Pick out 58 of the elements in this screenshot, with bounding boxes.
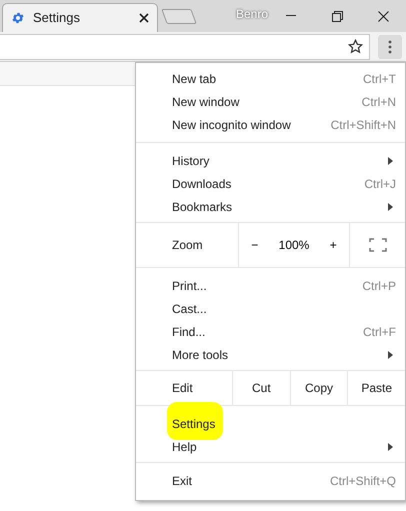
- menu-item[interactable]: Print... Ctrl+P: [136, 274, 405, 297]
- minimize-icon: [286, 15, 296, 17]
- menu-item-label: New incognito window: [172, 116, 292, 134]
- menu-item-label: New window: [172, 94, 240, 110]
- menu-item-label: Print...: [172, 278, 208, 294]
- shortcut-label: Ctrl+Shift+Q: [330, 472, 396, 490]
- menu-item[interactable]: Settings: [136, 412, 405, 435]
- menu-item[interactable]: New window Ctrl+N: [136, 90, 405, 113]
- fullscreen-icon: [368, 238, 386, 252]
- submenu-arrow-icon: [388, 350, 393, 358]
- edit-action-button[interactable]: Copy: [290, 371, 348, 405]
- menu-item[interactable]: Bookmarks: [136, 195, 405, 218]
- menu-item-label: Settings: [172, 416, 216, 432]
- submenu-arrow-icon: [388, 202, 393, 210]
- menu-item-label: Help: [172, 438, 198, 456]
- menu-item-label: Cast...: [172, 300, 208, 318]
- menu-item[interactable]: New tab Ctrl+T: [136, 67, 405, 90]
- tab-title: Settings: [33, 9, 81, 28]
- menu-item[interactable]: More tools: [136, 343, 405, 366]
- shortcut-label: Ctrl+T: [363, 70, 396, 88]
- shortcut-label: Ctrl+N: [362, 94, 396, 110]
- menu-item[interactable]: Exit Ctrl+Shift+Q: [136, 469, 405, 492]
- menu-button[interactable]: [378, 34, 402, 58]
- menu-item-label: New tab: [172, 70, 218, 88]
- restore-icon: [332, 10, 342, 22]
- menu-item[interactable]: Cast...: [136, 297, 405, 320]
- menu-item-label: More tools: [172, 346, 230, 364]
- close-icon[interactable]: [138, 13, 149, 23]
- edit-action-button[interactable]: Cut: [232, 371, 290, 405]
- dots-icon: [388, 40, 392, 54]
- menu-item[interactable]: Help: [136, 435, 405, 458]
- menu-item-label: Bookmarks: [172, 198, 234, 216]
- browser-tab[interactable]: Settings: [2, 3, 158, 32]
- shortcut-label: Ctrl+F: [363, 324, 396, 340]
- zoom-level: 100%: [278, 237, 310, 254]
- menu-item-label: Exit: [172, 472, 194, 490]
- new-tab-button[interactable]: [161, 9, 197, 24]
- star-icon[interactable]: [348, 39, 363, 54]
- submenu-arrow-icon: [388, 156, 393, 164]
- profile-name: Benro: [236, 6, 268, 23]
- edit-action-button[interactable]: Paste: [347, 371, 406, 405]
- submenu-arrow-icon: [388, 442, 393, 450]
- menu-item-label: History: [172, 152, 210, 170]
- close-icon: [378, 10, 388, 22]
- menu-item-label: Edit: [171, 380, 194, 397]
- shortcut-label: Ctrl+P: [362, 278, 396, 294]
- shortcut-label: Ctrl+Shift+N: [330, 116, 396, 134]
- menu-item-label: Zoom: [171, 237, 204, 254]
- menu-item[interactable]: History: [136, 149, 405, 172]
- zoom-out-button[interactable]: −: [247, 236, 262, 254]
- menu-item-label: Downloads: [172, 176, 232, 192]
- menu-item-label: Find...: [172, 324, 206, 340]
- menu-item[interactable]: New incognito window Ctrl+Shift+N: [136, 113, 405, 136]
- zoom-in-button[interactable]: +: [326, 236, 341, 254]
- menu-item[interactable]: Downloads Ctrl+J: [136, 172, 405, 195]
- shortcut-label: Ctrl+J: [364, 176, 396, 192]
- gear-icon: [11, 11, 25, 25]
- menu-item[interactable]: Find... Ctrl+F: [136, 320, 405, 343]
